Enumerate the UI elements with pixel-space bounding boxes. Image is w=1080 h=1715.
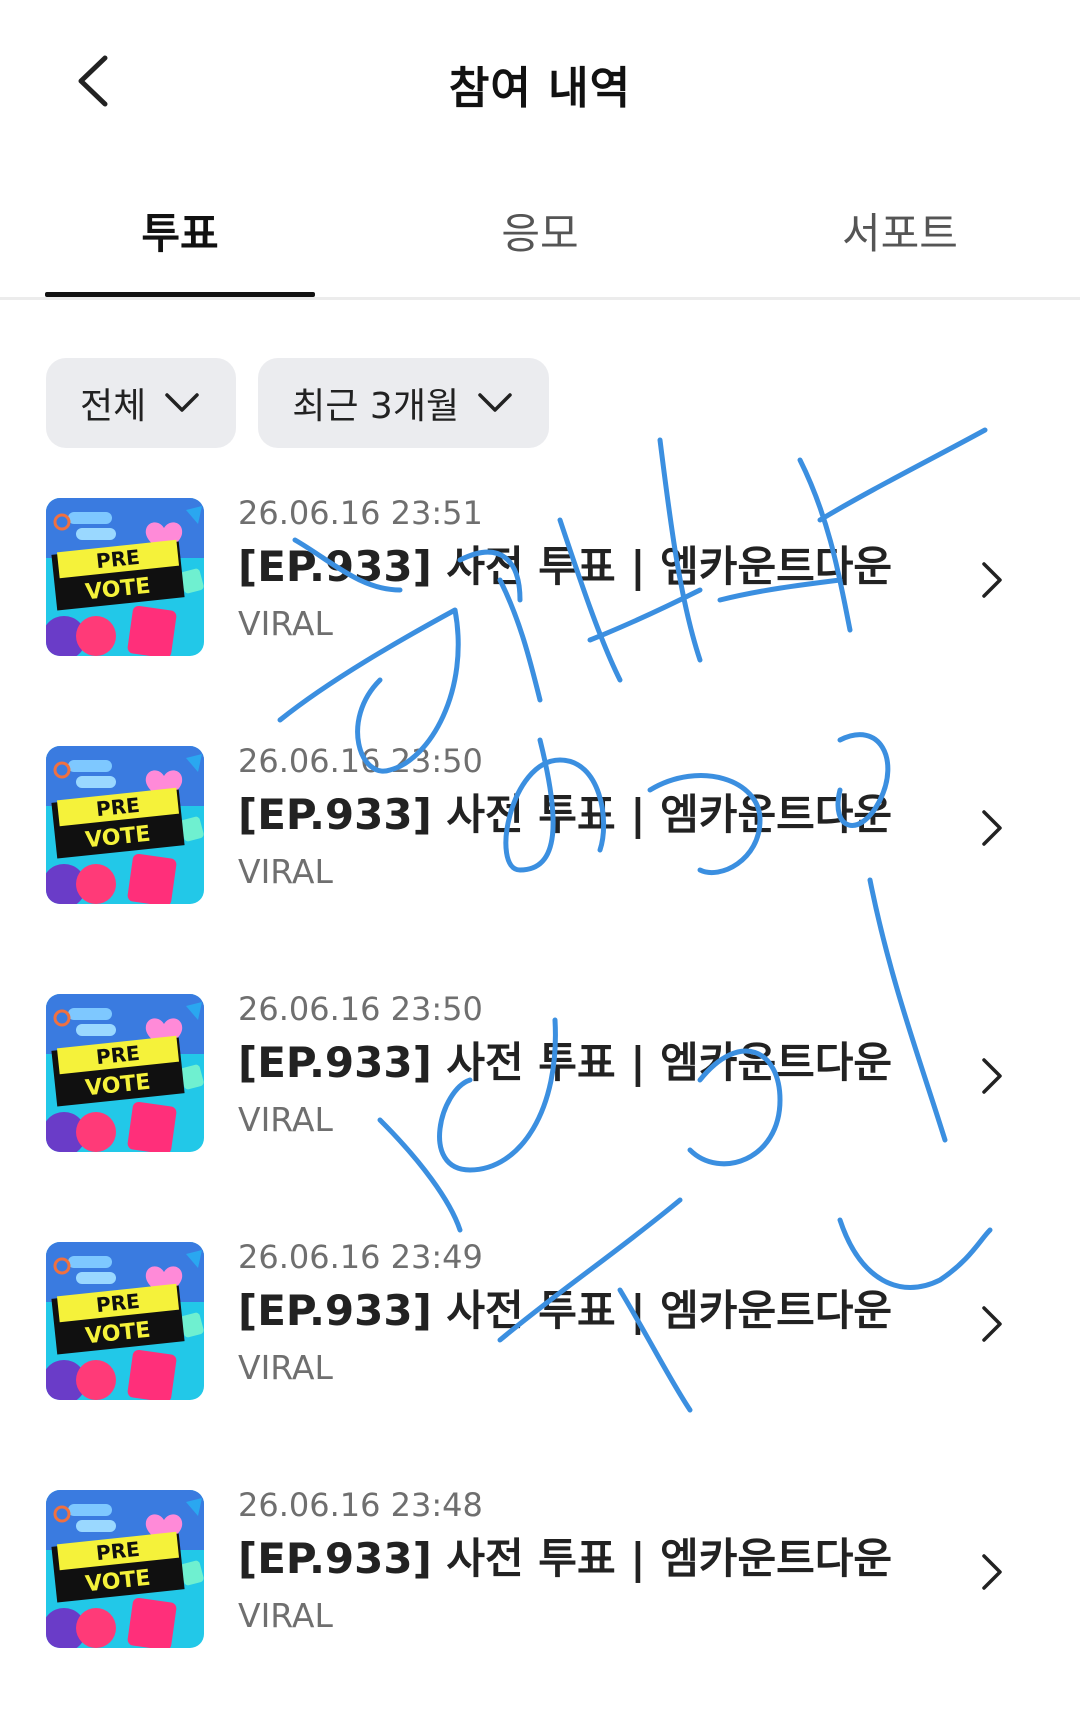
item-title: [EP.933] 사전 투표 | 엠카운트다운 [238, 790, 893, 839]
item-date: 26.06.16 23:50 [238, 990, 483, 1028]
item-title: [EP.933] 사전 투표 | 엠카운트다운 [238, 1534, 893, 1583]
item-title: [EP.933] 사전 투표 | 엠카운트다운 [238, 1038, 893, 1087]
tab-vote[interactable]: 투표 [0, 170, 360, 297]
chevron-right-icon [972, 808, 1012, 848]
chevron-down-icon [477, 392, 513, 414]
item-category: VIRAL [238, 1100, 333, 1139]
page-title: 참여 내역 [448, 63, 632, 114]
tab-bar: 투표 응모 서포트 [0, 170, 1080, 300]
item-date: 26.06.16 23:48 [238, 1486, 483, 1524]
vote-thumbnail: PRE VOTE [46, 498, 204, 656]
vote-thumbnail: PRE VOTE [46, 1242, 204, 1400]
active-tab-indicator [45, 292, 315, 297]
chevron-right-icon [972, 1056, 1012, 1096]
chevron-down-icon [164, 392, 200, 414]
filter-type-label: 전체 [80, 386, 147, 427]
svg-text:PRE: PRE [95, 1041, 141, 1069]
vote-thumbnail: PRE VOTE [46, 746, 204, 904]
svg-text:PRE: PRE [95, 545, 141, 573]
svg-text:PRE: PRE [95, 1289, 141, 1317]
chevron-right-icon [972, 560, 1012, 600]
tab-label: 서포트 [842, 209, 958, 258]
list-item[interactable]: PRE VOTE 26.06.16 23:51 [EP.933] 사전 투표 |… [0, 482, 1080, 730]
item-category: VIRAL [238, 1348, 333, 1387]
svg-text:PRE: PRE [95, 1537, 141, 1565]
chevron-right-icon [972, 1304, 1012, 1344]
svg-text:PRE: PRE [95, 793, 141, 821]
item-category: VIRAL [238, 852, 333, 891]
item-title: [EP.933] 사전 투표 | 엠카운트다운 [238, 1286, 893, 1335]
app-header: 참여 내역 [0, 0, 1080, 160]
item-date: 26.06.16 23:49 [238, 1238, 483, 1276]
vote-thumbnail: PRE VOTE [46, 1490, 204, 1648]
item-date: 26.06.16 23:51 [238, 494, 483, 532]
participation-list: PRE VOTE 26.06.16 23:51 [EP.933] 사전 투표 |… [0, 482, 1080, 1715]
filter-period-dropdown[interactable]: 최근 3개월 [258, 358, 550, 448]
filter-type-dropdown[interactable]: 전체 [46, 358, 237, 448]
filter-period-label: 최근 3개월 [292, 386, 460, 427]
item-title: [EP.933] 사전 투표 | 엠카운트다운 [238, 542, 893, 591]
list-item[interactable]: PRE VOTE 26.06.16 23:50 [EP.933] 사전 투표 |… [0, 978, 1080, 1226]
tab-support[interactable]: 서포트 [720, 170, 1080, 297]
chevron-right-icon [972, 1552, 1012, 1592]
list-item[interactable]: PRE VOTE 26.06.16 23:50 [EP.933] 사전 투표 |… [0, 730, 1080, 978]
item-category: VIRAL [238, 604, 333, 643]
list-item[interactable]: PRE VOTE 26.06.16 23:49 [EP.933] 사전 투표 |… [0, 1226, 1080, 1474]
tab-label: 투표 [141, 209, 219, 258]
item-date: 26.06.16 23:50 [238, 742, 483, 780]
list-item[interactable]: PRE VOTE 26.06.16 23:48 [EP.933] 사전 투표 |… [0, 1474, 1080, 1715]
filter-bar: 전체 최근 3개월 [46, 358, 550, 448]
tab-apply[interactable]: 응모 [360, 170, 720, 297]
tab-label: 응모 [501, 209, 579, 258]
item-category: VIRAL [238, 1596, 333, 1635]
vote-thumbnail: PRE VOTE [46, 994, 204, 1152]
